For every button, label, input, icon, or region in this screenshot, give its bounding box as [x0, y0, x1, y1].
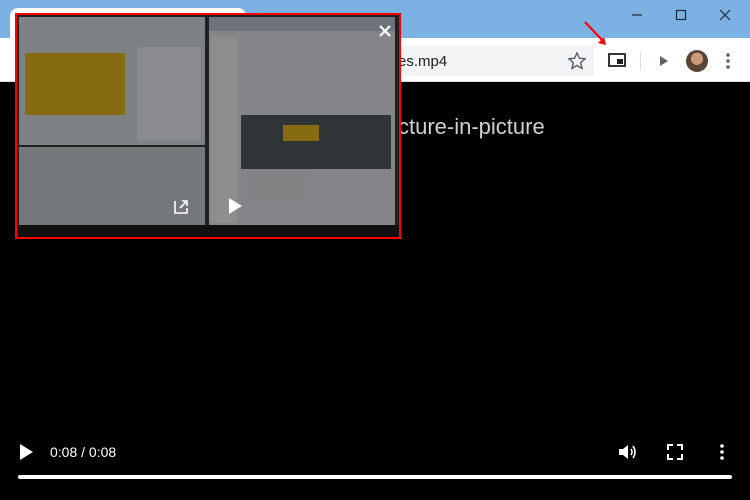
minimize-button[interactable] — [612, 0, 662, 30]
bookmark-star-icon[interactable] — [566, 50, 588, 72]
close-window-button[interactable] — [700, 0, 750, 30]
fullscreen-icon[interactable] — [664, 441, 686, 463]
minimize-icon — [632, 14, 642, 16]
profile-avatar[interactable] — [686, 50, 708, 72]
play-icon[interactable] — [18, 443, 34, 461]
more-options-icon[interactable] — [716, 441, 728, 463]
url-text[interactable]: es.mp4 — [398, 53, 447, 70]
progress-bar[interactable] — [18, 475, 732, 479]
pip-dim-overlay — [17, 15, 399, 237]
progress-fill — [18, 475, 732, 479]
maximize-button[interactable] — [656, 0, 706, 30]
volume-icon[interactable] — [616, 441, 638, 463]
maximize-icon — [675, 9, 687, 21]
page-heading: cture-in-picture — [398, 114, 545, 139]
close-icon[interactable] — [375, 21, 395, 41]
playback-time: 0:08 / 0:08 — [50, 444, 117, 460]
annotation-arrow — [584, 21, 606, 45]
picture-in-picture-icon — [608, 53, 626, 67]
play-icon[interactable] — [227, 197, 243, 215]
toolbar-separator — [640, 52, 641, 70]
media-control-icon[interactable] — [652, 50, 674, 72]
pip-window[interactable] — [15, 13, 401, 239]
back-to-tab-icon[interactable] — [171, 197, 191, 217]
close-icon — [719, 9, 731, 21]
picture-in-picture-button[interactable] — [604, 47, 630, 73]
browser-menu-icon[interactable] — [722, 50, 734, 72]
